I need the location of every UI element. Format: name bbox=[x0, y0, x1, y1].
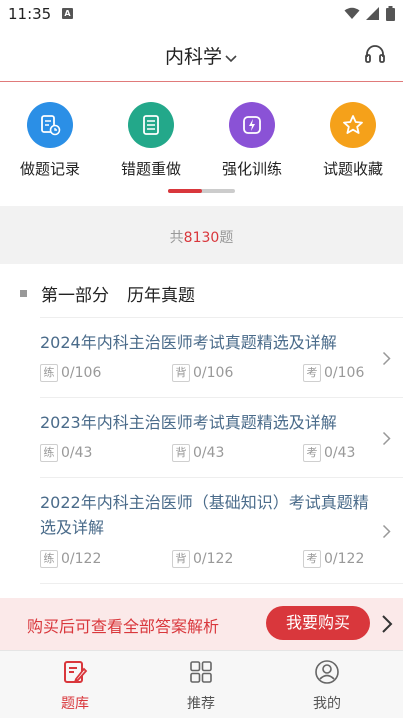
section-title: 第一部分 历年真题 bbox=[20, 281, 195, 306]
profile-icon bbox=[287, 659, 367, 689]
section-past-exams: 第一部分 历年真题 2024年内科主治医师考试真题精选及详解 练 0/106 背 0/… bbox=[0, 264, 403, 600]
chevron-down-icon bbox=[224, 47, 238, 69]
quick-action-label: 强化训练 bbox=[221, 160, 282, 178]
quick-actions: 做题记录 错题重做 强化训练 试题收藏 bbox=[0, 96, 403, 206]
exam-tag: 考 bbox=[303, 550, 321, 568]
tab-question-bank[interactable]: 题库 bbox=[35, 659, 115, 713]
page-title: 内科学 bbox=[164, 46, 222, 68]
status-time: 11:35 bbox=[8, 5, 52, 23]
chevron-right-icon bbox=[382, 524, 391, 543]
practice-value: 0/43 bbox=[61, 445, 93, 461]
count-suffix: 题 bbox=[219, 230, 234, 246]
chevron-right-icon[interactable] bbox=[381, 614, 393, 638]
battery-icon bbox=[386, 6, 395, 21]
list-item[interactable]: 2024年内科主治医师考试真题精选及详解 练 0/106 背 0/106 考 0/10… bbox=[40, 317, 403, 397]
practice-tag: 练 bbox=[40, 444, 58, 462]
tab-recommend[interactable]: 推荐 bbox=[161, 659, 241, 713]
question-summary: 共8130题 bbox=[0, 206, 403, 264]
quick-action-favorites[interactable]: 试题收藏 bbox=[308, 102, 398, 179]
quick-action-training[interactable]: 强化训练 bbox=[207, 102, 297, 179]
lightning-icon bbox=[229, 102, 275, 148]
exam-progress: 考 0/106 bbox=[303, 364, 364, 382]
tab-label: 推荐 bbox=[187, 696, 215, 712]
exam-value: 0/106 bbox=[324, 365, 365, 381]
page-indicator-active bbox=[168, 189, 202, 193]
buy-button[interactable]: 我要购买 bbox=[266, 606, 370, 640]
status-icons bbox=[344, 6, 395, 21]
exam-value: 0/43 bbox=[324, 445, 356, 461]
section-part: 第一部分 bbox=[41, 286, 109, 306]
recite-progress: 背 0/43 bbox=[172, 444, 224, 462]
quick-action-label: 错题重做 bbox=[120, 160, 181, 178]
practice-tag: 练 bbox=[40, 550, 58, 568]
recite-value: 0/122 bbox=[193, 551, 234, 567]
purchase-message: 购买后可查看全部答案解析 bbox=[27, 617, 220, 636]
chevron-right-icon bbox=[382, 351, 391, 370]
item-title: 2024年内科主治医师考试真题精选及详解 bbox=[40, 333, 337, 352]
bottom-tab-bar: 题库 推荐 我的 bbox=[0, 650, 403, 718]
recite-tag: 背 bbox=[172, 444, 190, 462]
exam-value: 0/122 bbox=[324, 551, 365, 567]
list-item[interactable]: 2022年内科主治医师（基础知识）考试真题精选及详解 练 0/122 背 0/122… bbox=[40, 477, 403, 584]
recite-tag: 背 bbox=[172, 364, 190, 382]
list-item[interactable]: 2023年内科主治医师考试真题精选及详解 练 0/43 背 0/43 考 0/43 bbox=[40, 397, 403, 477]
bullet-icon bbox=[20, 290, 27, 297]
wifi-icon bbox=[344, 7, 360, 19]
title-bar: 内科学 bbox=[0, 28, 403, 82]
quick-action-records[interactable]: 做题记录 bbox=[5, 102, 95, 179]
exam-progress: 考 0/43 bbox=[303, 444, 355, 462]
page-indicator bbox=[168, 189, 235, 193]
exam-tag: 考 bbox=[303, 364, 321, 382]
tab-profile[interactable]: 我的 bbox=[287, 659, 367, 713]
quick-action-mistakes[interactable]: 错题重做 bbox=[106, 102, 196, 179]
subject-selector[interactable]: 内科学 bbox=[0, 42, 403, 69]
count-number: 8130 bbox=[183, 230, 220, 246]
practice-value: 0/106 bbox=[61, 365, 102, 381]
star-icon bbox=[330, 102, 376, 148]
tab-label: 题库 bbox=[61, 696, 89, 712]
grid-icon bbox=[161, 659, 241, 689]
recite-tag: 背 bbox=[172, 550, 190, 568]
recite-progress: 背 0/122 bbox=[172, 550, 233, 568]
practice-progress: 练 0/122 bbox=[40, 550, 101, 568]
recite-value: 0/43 bbox=[193, 445, 225, 461]
item-title: 2023年内科主治医师考试真题精选及详解 bbox=[40, 413, 337, 432]
quick-action-label: 做题记录 bbox=[19, 160, 80, 178]
list-icon bbox=[128, 102, 174, 148]
practice-value: 0/122 bbox=[61, 551, 102, 567]
practice-progress: 练 0/43 bbox=[40, 444, 92, 462]
practice-tag: 练 bbox=[40, 364, 58, 382]
count-prefix: 共 bbox=[169, 230, 184, 246]
status-bar: 11:35 A bbox=[0, 0, 403, 28]
section-name: 历年真题 bbox=[127, 286, 195, 306]
chevron-right-icon bbox=[382, 431, 391, 450]
headset-icon[interactable] bbox=[363, 42, 387, 70]
tab-label: 我的 bbox=[313, 696, 341, 712]
recite-value: 0/106 bbox=[193, 365, 234, 381]
question-bank-icon bbox=[35, 659, 115, 689]
signal-icon bbox=[366, 7, 379, 20]
item-title: 2022年内科主治医师（基础知识）考试真题精选及详解 bbox=[40, 493, 369, 537]
purchase-banner: 购买后可查看全部答案解析 我要购买 bbox=[0, 598, 403, 650]
sim-icon: A bbox=[62, 8, 73, 19]
quick-action-label: 试题收藏 bbox=[322, 160, 383, 178]
question-count: 共8130题 bbox=[0, 227, 403, 247]
exam-tag: 考 bbox=[303, 444, 321, 462]
practice-progress: 练 0/106 bbox=[40, 364, 101, 382]
record-icon bbox=[27, 102, 73, 148]
recite-progress: 背 0/106 bbox=[172, 364, 233, 382]
exam-progress: 考 0/122 bbox=[303, 550, 364, 568]
